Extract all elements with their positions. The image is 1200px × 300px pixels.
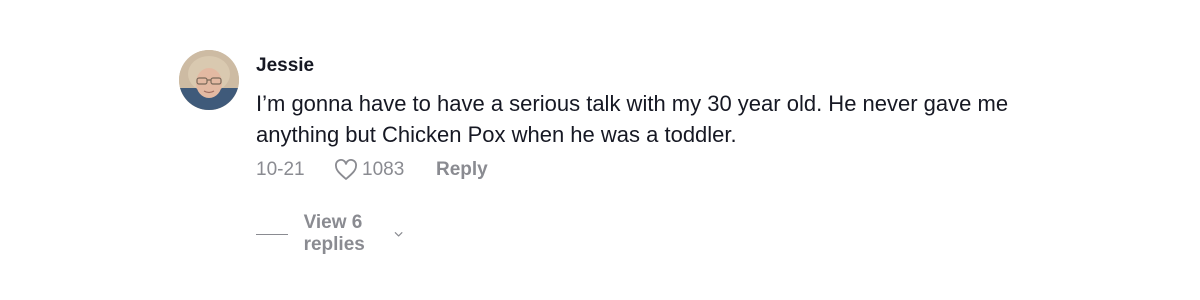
avatar[interactable] bbox=[179, 50, 239, 110]
comment-body: Jessie I’m gonna have to have a serious … bbox=[256, 54, 1076, 184]
comment-meta: 10-21 1083 Reply bbox=[256, 156, 1076, 184]
chevron-down-icon bbox=[394, 232, 403, 237]
reply-button[interactable]: Reply bbox=[436, 159, 488, 181]
heart-outline-icon bbox=[335, 159, 357, 180]
like-button[interactable]: 1083 bbox=[334, 159, 422, 181]
comment-text: I’m gonna have to have a serious talk wi… bbox=[256, 91, 1009, 147]
view-replies-label: View 6 replies bbox=[303, 212, 365, 255]
comment-username[interactable]: Jessie bbox=[256, 54, 1076, 78]
divider-line bbox=[256, 233, 288, 235]
like-count: 1083 bbox=[362, 159, 405, 180]
comment-date: 10-21 bbox=[256, 159, 305, 180]
view-replies-button[interactable]: View 6 replies bbox=[256, 212, 403, 256]
avatar-image bbox=[179, 50, 239, 110]
